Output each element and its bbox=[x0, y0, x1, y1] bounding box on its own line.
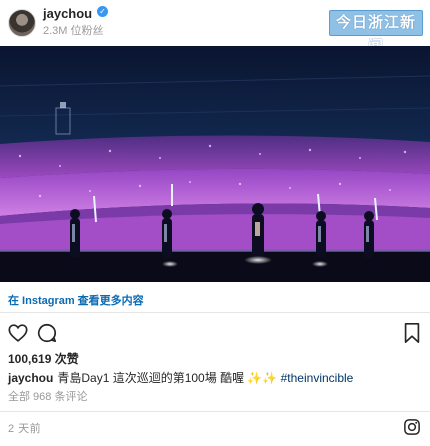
view-more-on-instagram-link[interactable]: 在 Instagram 查看更多内容 bbox=[8, 292, 144, 308]
divider bbox=[0, 312, 430, 313]
caption-text: 青島Day1 這次巡迴的第100場 酷喔 ✨✨ bbox=[57, 371, 278, 385]
post-timestamp: 2 天前 bbox=[8, 423, 42, 435]
post-actions bbox=[0, 322, 430, 348]
avatar[interactable] bbox=[8, 9, 36, 37]
concert-scene bbox=[0, 46, 430, 282]
news-watermark: 今日浙江新闻 bbox=[329, 10, 423, 55]
caption-username[interactable]: jaychou bbox=[8, 371, 53, 385]
hashtag-link[interactable]: #theinvincible bbox=[281, 371, 354, 385]
follower-count: 2.3M 位粉丝 bbox=[43, 25, 104, 37]
concert-photo[interactable] bbox=[0, 46, 430, 282]
username[interactable]: jaychou bbox=[43, 6, 92, 21]
post-caption: jaychou 青島Day1 這次巡迴的第100場 酷喔 ✨✨ #theinvin… bbox=[8, 369, 353, 386]
heart-icon[interactable] bbox=[7, 322, 29, 349]
like-count[interactable]: 100,619 次赞 bbox=[8, 350, 79, 367]
comment-icon[interactable] bbox=[36, 322, 58, 349]
post-header: jaychou ✓ 2.3M 位粉丝 今日浙江新闻 bbox=[0, 0, 430, 55]
bookmark-icon[interactable] bbox=[402, 322, 422, 349]
verified-icon: ✓ bbox=[97, 6, 108, 17]
divider bbox=[0, 411, 430, 412]
view-all-comments-link[interactable]: 全部 968 条评论 bbox=[8, 388, 87, 404]
instagram-logo-icon[interactable] bbox=[403, 418, 421, 441]
